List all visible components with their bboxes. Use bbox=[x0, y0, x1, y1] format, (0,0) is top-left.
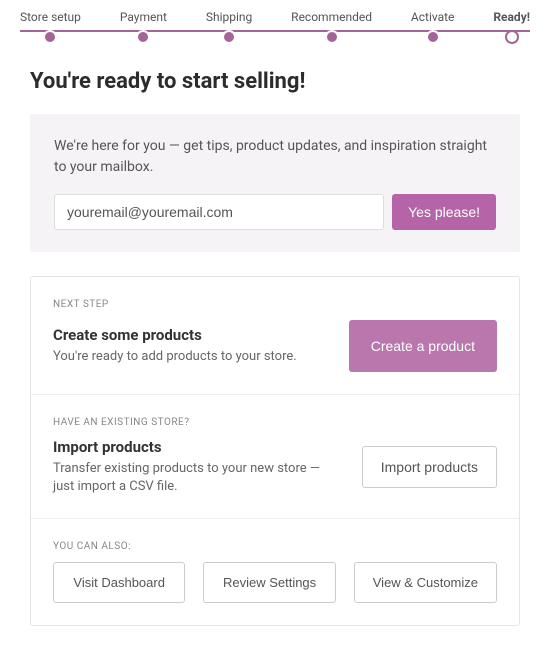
import-title: Import products bbox=[53, 438, 342, 456]
step-label: Store setup bbox=[20, 10, 81, 24]
next-step-section: NEXT STEP Create some products You're re… bbox=[31, 277, 519, 395]
import-products-button[interactable]: Import products bbox=[362, 446, 497, 488]
content: You're ready to start selling! We're her… bbox=[0, 44, 550, 651]
step-label: Shipping bbox=[206, 10, 252, 24]
step-dot-icon bbox=[325, 30, 339, 44]
step-payment[interactable]: Payment bbox=[120, 10, 167, 44]
step-dot-icon bbox=[426, 30, 440, 44]
subscribe-button[interactable]: Yes please! bbox=[392, 194, 496, 230]
mailing-list-row: Yes please! bbox=[54, 194, 496, 230]
review-settings-button[interactable]: Review Settings bbox=[203, 562, 335, 603]
import-section: HAVE AN EXISTING STORE? Import products … bbox=[31, 395, 519, 519]
step-label: Ready! bbox=[493, 10, 530, 24]
step-store-setup[interactable]: Store setup bbox=[20, 10, 81, 44]
step-ready[interactable]: Ready! bbox=[493, 10, 530, 44]
create-product-button[interactable]: Create a product bbox=[349, 320, 497, 372]
also-section: YOU CAN ALSO: Visit Dashboard Review Set… bbox=[31, 519, 519, 625]
setup-stepper: Store setup Payment Shipping Recommended… bbox=[0, 0, 550, 44]
email-input[interactable] bbox=[54, 194, 384, 230]
import-desc: Transfer existing products to your new s… bbox=[53, 460, 342, 496]
import-eyebrow: HAVE AN EXISTING STORE? bbox=[53, 417, 497, 428]
step-label: Payment bbox=[120, 10, 167, 24]
actions-card: NEXT STEP Create some products You're re… bbox=[30, 276, 520, 626]
mailing-list-panel: We're here for you — get tips, product u… bbox=[30, 114, 520, 252]
page-title: You're ready to start selling! bbox=[30, 69, 520, 94]
step-label: Activate bbox=[411, 10, 455, 24]
step-recommended[interactable]: Recommended bbox=[291, 10, 372, 44]
step-dot-icon bbox=[136, 30, 150, 44]
step-dot-icon bbox=[43, 30, 57, 44]
also-eyebrow: YOU CAN ALSO: bbox=[53, 541, 497, 552]
next-step-title: Create some products bbox=[53, 326, 329, 344]
next-step-desc: You're ready to add products to your sto… bbox=[53, 348, 329, 366]
step-shipping[interactable]: Shipping bbox=[206, 10, 252, 44]
view-customize-button[interactable]: View & Customize bbox=[354, 562, 497, 603]
step-dot-icon bbox=[222, 30, 236, 44]
step-dot-icon bbox=[505, 30, 519, 44]
step-activate[interactable]: Activate bbox=[411, 10, 455, 44]
next-step-eyebrow: NEXT STEP bbox=[53, 299, 497, 310]
mailing-list-text: We're here for you — get tips, product u… bbox=[54, 136, 496, 178]
visit-dashboard-button[interactable]: Visit Dashboard bbox=[53, 562, 185, 603]
step-label: Recommended bbox=[291, 10, 372, 24]
